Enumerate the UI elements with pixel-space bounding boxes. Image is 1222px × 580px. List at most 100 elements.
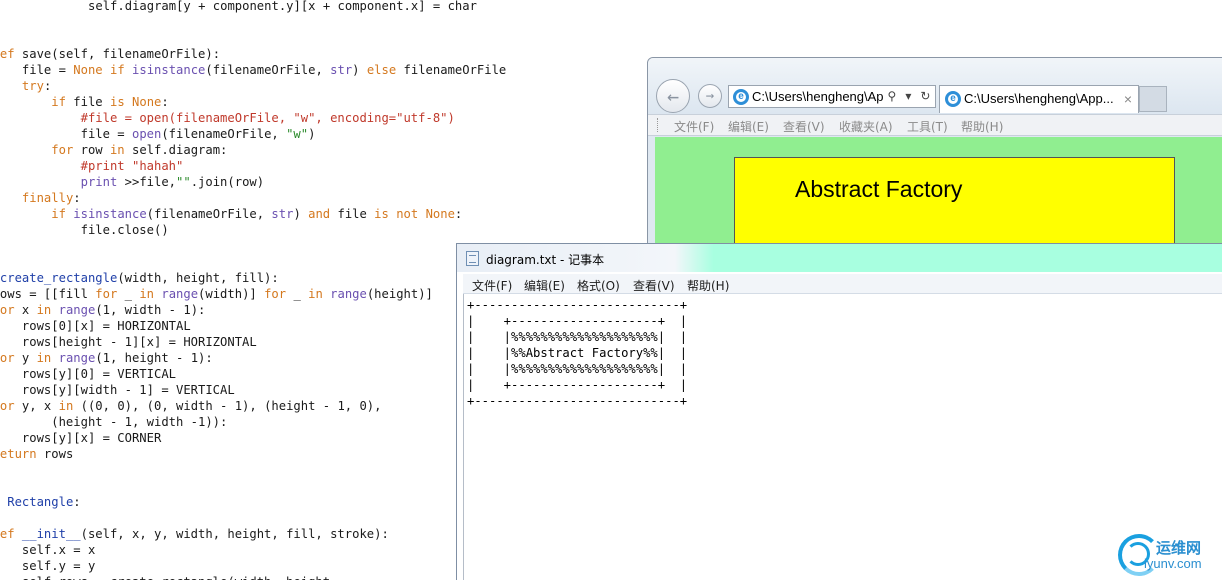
browser-menu-view[interactable]: 查看(V): [783, 118, 825, 135]
code-token: else: [366, 63, 397, 77]
code-token: is: [109, 95, 125, 109]
code-token: in: [308, 287, 323, 301]
code-token: and: [308, 207, 331, 221]
browser-window[interactable]: ← → e C:\Users\hengheng\Ap ⚲ ▾ ↻ e C:\Us…: [647, 57, 1222, 257]
code-token: .join(row): [190, 175, 265, 189]
code-token: self.x = x: [0, 543, 96, 557]
notepad-text-line: | |%%%%%%%%%%%%%%%%%%%%| |: [467, 362, 688, 376]
address-bar[interactable]: e C:\Users\hengheng\Ap ⚲ ▾ ↻: [728, 85, 936, 108]
browser-menu-edit[interactable]: 编辑(E): [728, 118, 769, 135]
code-token: (filenameOrFile,: [205, 63, 331, 77]
code-token: self.diagram[y + component.y][x + compon…: [0, 0, 477, 13]
code-line: for y, x in ((0, 0), (0, width - 1), (he…: [0, 398, 381, 414]
notepad-window[interactable]: diagram.txt - 记事本 文件(F) 编辑(E) 格式(O) 查看(V…: [456, 243, 1222, 580]
code-token: (filenameOrFile,: [161, 127, 287, 141]
code-line: rows[y][width - 1] = VERTICAL: [0, 382, 235, 398]
code-token: save(self, filenameOrFile):: [14, 47, 221, 61]
code-line: (height - 1, width -1)):: [0, 414, 227, 430]
notepad-text-line: | |%%Abstract Factory%%| |: [467, 346, 688, 360]
code-token: (height - 1, width -1)):: [0, 415, 228, 429]
browser-menu-favorites[interactable]: 收藏夹(A): [839, 118, 893, 135]
code-token: is: [374, 207, 389, 221]
code-token: #file = open(filenameOrFile, "w", encodi…: [80, 111, 455, 125]
code-line: try:: [0, 78, 51, 94]
browser-menu-file[interactable]: 文件(F): [674, 118, 714, 135]
code-token: create_rectangle: [0, 271, 118, 285]
code-line: for row in self.diagram:: [0, 142, 227, 158]
code-token: str: [330, 63, 353, 77]
browser-menubar: 文件(F) 编辑(E) 查看(V) 收藏夹(A) 工具(T) 帮助(H): [648, 114, 1222, 136]
browser-tab[interactable]: e C:\Users\hengheng\App... ×: [939, 85, 1139, 113]
code-token: open: [131, 127, 162, 141]
code-token: ): [293, 207, 309, 221]
code-token: rows[y][width - 1] = VERTICAL: [0, 383, 235, 397]
code-token: file.close(): [0, 223, 169, 237]
code-token: in: [109, 143, 125, 157]
ie-logo-icon: e: [733, 89, 749, 105]
notepad-menu-file[interactable]: 文件(F): [472, 277, 512, 294]
code-token: None: [425, 207, 455, 221]
code-token: row: [73, 143, 110, 157]
code-token: (self, x, y, width, height, fill, stroke…: [80, 527, 389, 541]
abstract-factory-box: Abstract Factory: [734, 157, 1175, 251]
code-token: (1, width - 1):: [95, 303, 206, 317]
notepad-titlebar[interactable]: diagram.txt - 记事本: [457, 244, 1222, 272]
code-token: __init__: [21, 527, 81, 541]
code-token: in: [58, 399, 74, 413]
code-token: _: [286, 287, 309, 301]
code-token: self.diagram:: [124, 143, 228, 157]
code-token: ): [308, 127, 316, 141]
notepad-text-area[interactable]: +----------------------------+ | +------…: [463, 294, 1222, 580]
watermark-cn-text: 运维网: [1156, 539, 1202, 557]
code-token: if: [109, 63, 125, 77]
dropdown-icon[interactable]: ▾: [905, 86, 911, 107]
notepad-icon: [466, 251, 479, 266]
code-token: y: [14, 351, 37, 365]
notepad-text-line: | |%%%%%%%%%%%%%%%%%%%%| |: [467, 330, 688, 344]
new-tab-button[interactable]: [1139, 86, 1167, 112]
address-buttons: ⚲ ▾ ↻: [883, 86, 935, 107]
search-icon[interactable]: ⚲: [888, 86, 897, 107]
abstract-factory-label: Abstract Factory: [795, 176, 963, 202]
code-token: y, x: [14, 399, 59, 413]
notepad-menu-format[interactable]: 格式(O): [577, 277, 620, 294]
code-line: file = None if isinstance(filenameOrFile…: [0, 62, 506, 78]
code-token: filenameOrFile: [396, 63, 507, 77]
notepad-menu-view[interactable]: 查看(V): [633, 277, 675, 294]
code-token: not: [396, 207, 419, 221]
forward-arrow-icon[interactable]: →: [698, 84, 722, 108]
code-token: (1, height - 1):: [95, 351, 213, 365]
notepad-text-line: +----------------------------+: [467, 394, 688, 408]
code-token: :: [73, 495, 81, 509]
back-arrow-icon[interactable]: ←: [656, 79, 690, 113]
code-token: "w": [286, 127, 309, 141]
notepad-menu-edit[interactable]: 编辑(E): [524, 277, 565, 294]
code-line: if file is None:: [0, 94, 168, 110]
code-line: for x in range(1, width - 1):: [0, 302, 205, 318]
code-line: Rectangle:: [0, 494, 81, 510]
code-token: def: [0, 527, 15, 541]
toolbar-grip: [657, 118, 659, 132]
refresh-icon[interactable]: ↻: [920, 86, 930, 107]
code-token: Rectangle: [7, 495, 74, 509]
close-tab-icon[interactable]: ×: [1124, 86, 1132, 112]
browser-menu-tools[interactable]: 工具(T): [907, 118, 948, 135]
code-token: None: [73, 63, 103, 77]
notepad-menu-help[interactable]: 帮助(H): [687, 277, 729, 294]
code-line: finally:: [0, 190, 81, 206]
notepad-menubar: 文件(F) 编辑(E) 格式(O) 查看(V) 帮助(H): [463, 274, 1222, 294]
code-token: for: [0, 351, 15, 365]
browser-menu-help[interactable]: 帮助(H): [961, 118, 1003, 135]
code-token: def: [0, 47, 15, 61]
code-token: for: [51, 143, 74, 157]
watermark-en-text: iyunv.com: [1144, 556, 1202, 571]
watermark-logo: 运维网 iyunv.com: [1118, 532, 1218, 578]
code-token: #print "hahah": [80, 159, 184, 173]
code-token: isinstance: [132, 63, 206, 77]
code-token: (filenameOrFile,: [146, 207, 272, 221]
code-token: ((0, 0), (0, width - 1), (height - 1, 0)…: [73, 399, 382, 413]
